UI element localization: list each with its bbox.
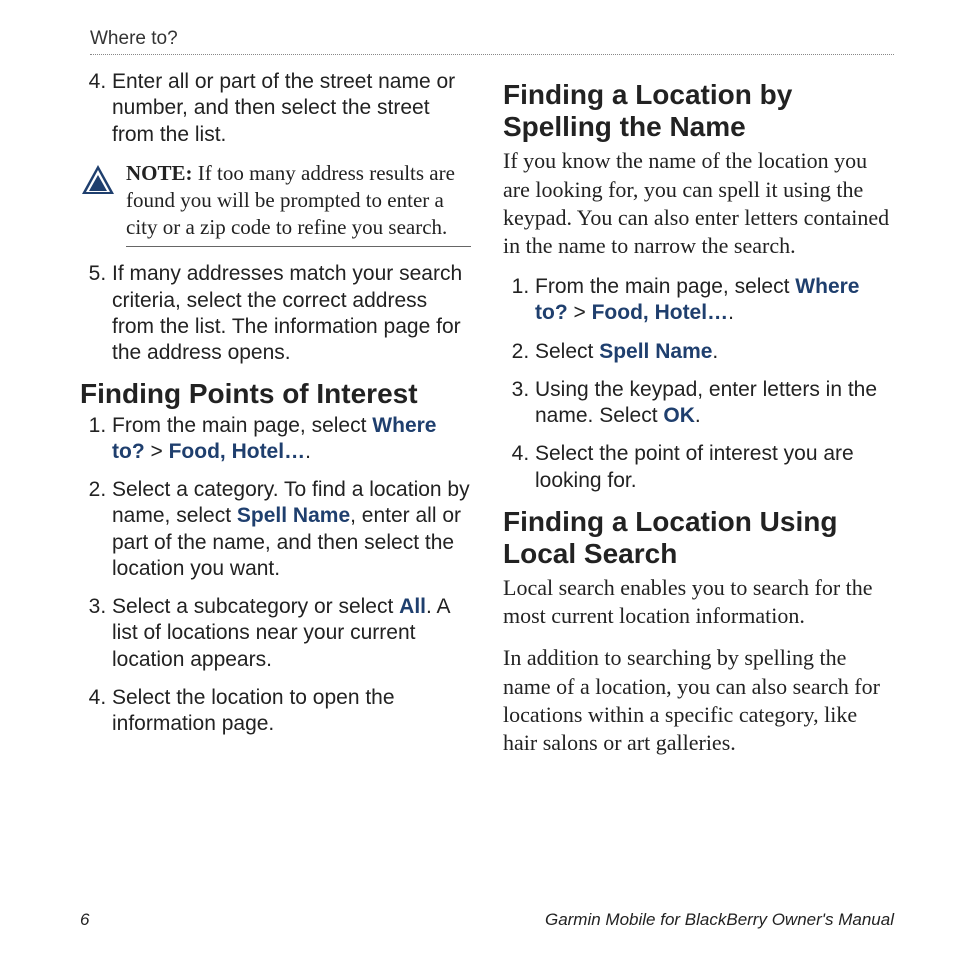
- address-steps-b: If many addresses match your search crit…: [80, 261, 471, 366]
- list-item: If many addresses match your search crit…: [112, 261, 471, 366]
- list-item: Using the keypad, enter letters in the n…: [535, 377, 894, 430]
- note-text: NOTE: If too many address results are fo…: [126, 160, 471, 248]
- address-steps-a: Enter all or part of the street name or …: [80, 69, 471, 148]
- page-footer: 6 Garmin Mobile for BlackBerry Owner's M…: [80, 910, 894, 930]
- left-column: Enter all or part of the street name or …: [80, 69, 471, 771]
- spell-body: If you know the name of the location you…: [503, 147, 894, 260]
- list-item: From the main page, select Where to? > F…: [535, 274, 894, 327]
- text: Select a subcategory or select: [112, 595, 399, 618]
- text: Select: [535, 340, 599, 363]
- text: From the main page, select: [112, 414, 372, 437]
- local-body-1: Local search enables you to search for t…: [503, 574, 894, 630]
- text: .: [712, 340, 718, 363]
- right-column: Finding a Location by Spelling the Name …: [503, 69, 894, 771]
- list-item: Select the location to open the informat…: [112, 685, 471, 738]
- ui-term: Spell Name: [237, 504, 350, 527]
- text: From the main page, select: [535, 275, 795, 298]
- ui-term: OK: [663, 404, 695, 427]
- ui-term: All: [399, 595, 426, 618]
- page-header: Where to?: [90, 28, 894, 55]
- text: .: [728, 301, 734, 324]
- local-heading: Finding a Location Using Local Search: [503, 506, 894, 570]
- poi-heading: Finding Points of Interest: [80, 378, 471, 410]
- local-body-2: In addition to searching by spelling the…: [503, 644, 894, 757]
- note-label: NOTE:: [126, 161, 193, 185]
- text: Select the point of interest you are loo…: [535, 442, 854, 491]
- spell-heading: Finding a Location by Spelling the Name: [503, 79, 894, 143]
- ui-term: Food, Hotel…: [592, 301, 728, 324]
- warning-icon: [80, 162, 116, 203]
- text: .: [305, 440, 311, 463]
- text: Select the location to open the informat…: [112, 686, 395, 735]
- list-item: Enter all or part of the street name or …: [112, 69, 471, 148]
- list-item: Select a category. To find a location by…: [112, 477, 471, 582]
- poi-steps: From the main page, select Where to? > F…: [80, 413, 471, 738]
- spell-steps: From the main page, select Where to? > F…: [503, 274, 894, 494]
- note-block: NOTE: If too many address results are fo…: [80, 160, 471, 248]
- list-item: Select the point of interest you are loo…: [535, 441, 894, 494]
- content-columns: Enter all or part of the street name or …: [80, 69, 894, 771]
- doc-title: Garmin Mobile for BlackBerry Owner's Man…: [545, 910, 894, 930]
- text: .: [695, 404, 701, 427]
- manual-page: Where to? Enter all or part of the stree…: [0, 0, 954, 791]
- list-item: Select a subcategory or select All. A li…: [112, 594, 471, 673]
- text: >: [145, 440, 169, 463]
- text: Using the keypad, enter letters in the n…: [535, 378, 877, 427]
- list-item: From the main page, select Where to? > F…: [112, 413, 471, 466]
- ui-term: Spell Name: [599, 340, 712, 363]
- list-item: Select Spell Name.: [535, 339, 894, 365]
- ui-term: Food, Hotel…: [169, 440, 305, 463]
- page-number: 6: [80, 910, 89, 930]
- text: >: [568, 301, 592, 324]
